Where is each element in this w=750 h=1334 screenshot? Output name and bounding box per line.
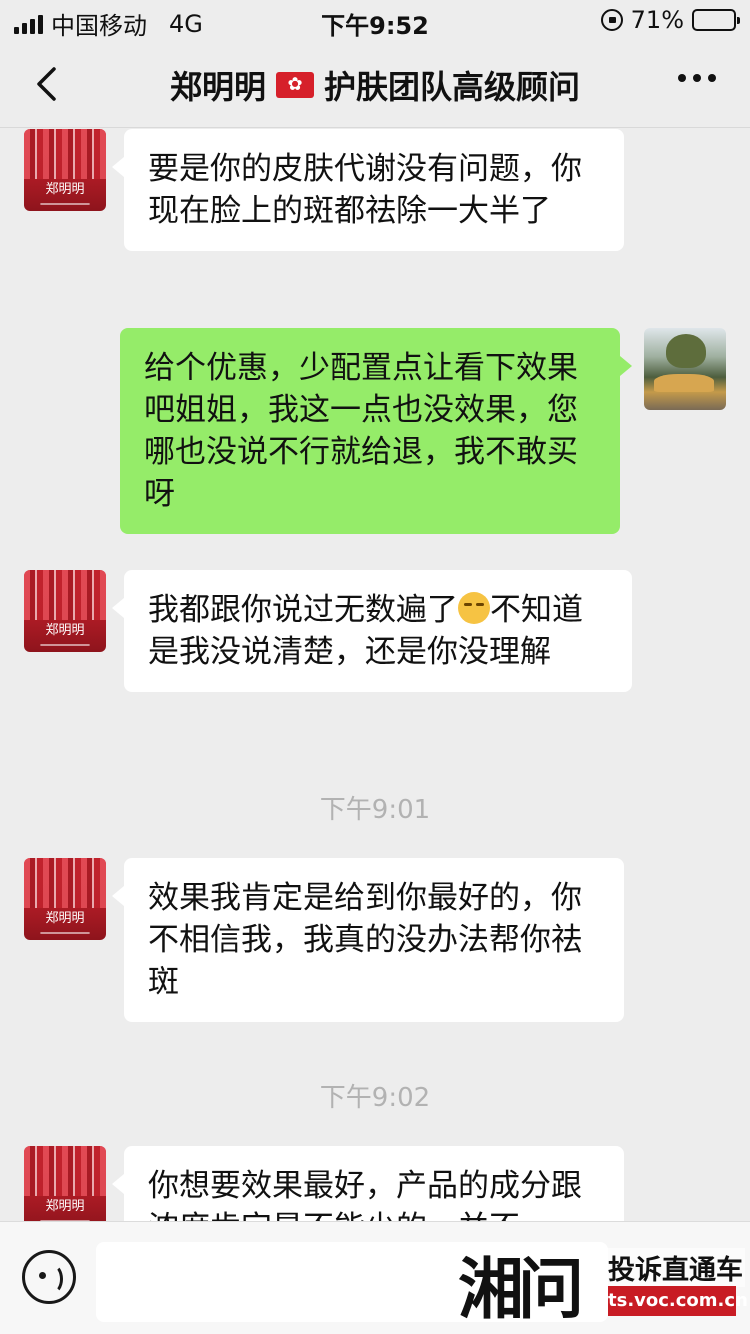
message-bubble-incoming[interactable]: 效果我肯定是给到你最好的，你不相信我，我真的没办法帮你祛斑: [112, 858, 624, 1022]
message-timestamp: 下午9:02: [319, 1083, 431, 1113]
avatar-brand-text: 郑明明: [45, 911, 85, 926]
contact-avatar[interactable]: 郑明明: [24, 129, 106, 211]
status-right: 71%: [600, 6, 740, 34]
battery-icon: [692, 9, 740, 31]
watermark-logo: 湘问: [458, 1250, 584, 1328]
rotation-lock-icon: [600, 9, 623, 31]
message-text: 我都跟你说过无数遍了: [148, 592, 458, 628]
message-list[interactable]: 郑明明 要是你的皮肤代谢没有问题，你现在脸上的斑都祛除一大半了 给个优惠，少配置…: [0, 129, 750, 1221]
contact-name: 郑明明: [169, 68, 266, 106]
hong-kong-flag-icon: [276, 72, 314, 98]
avatar-brand-text: 郑明明: [45, 623, 85, 638]
contact-role: 护肤团队高级顾问: [324, 68, 581, 106]
message-text: 你想要效果最好，产品的成分跟浓度肯定是不能少的，并不: [148, 1168, 582, 1221]
watermark: 湘问 投诉直通车 ts.voc.com.cn: [458, 1236, 750, 1334]
message-bubble-incoming[interactable]: 要是你的皮肤代谢没有问题，你现在脸上的斑都祛除一大半了: [112, 129, 624, 251]
contact-avatar[interactable]: 郑明明: [24, 1146, 106, 1221]
message-timestamp: 下午9:01: [319, 795, 431, 825]
message-text: 效果我肯定是给到你最好的，你不相信我，我真的没办法帮你祛斑: [148, 880, 582, 1000]
avatar-brand-text: 郑明明: [45, 182, 85, 197]
avatar-brand-text: 郑明明: [45, 1199, 85, 1214]
my-avatar[interactable]: [644, 328, 726, 410]
voice-icon[interactable]: [22, 1250, 76, 1304]
contact-avatar[interactable]: 郑明明: [24, 570, 106, 652]
watermark-title: 投诉直通车: [606, 1248, 745, 1287]
back-icon[interactable]: [30, 66, 66, 102]
message-text: 给个优惠，少配置点让看下效果吧姐姐，我这一点也没效果，您哪也没说不行就给退，我不…: [144, 350, 578, 512]
status-bar: 中国移动 4G 下午9:52 71%: [0, 0, 750, 40]
battery-percent: 71%: [630, 6, 684, 34]
message-bubble-incoming[interactable]: 你想要效果最好，产品的成分跟浓度肯定是不能少的，并不: [112, 1146, 624, 1221]
contact-avatar[interactable]: 郑明明: [24, 858, 106, 940]
chat-header: 郑明明 护肤团队高级顾问: [0, 40, 750, 128]
message-text: 要是你的皮肤代谢没有问题，你现在脸上的斑都祛除一大半了: [148, 151, 582, 229]
message-bubble-incoming[interactable]: 我都跟你说过无数遍了 不知道是我没说清楚，还是你没理解: [112, 570, 632, 692]
chat-title: 郑明明 护肤团队高级顾问: [90, 62, 660, 108]
watermark-url: ts.voc.com.cn: [608, 1286, 748, 1316]
more-icon[interactable]: [678, 74, 716, 82]
message-bubble-outgoing[interactable]: 给个优惠，少配置点让看下效果吧姐姐，我这一点也没效果，您哪也没说不行就给退，我不…: [120, 328, 632, 534]
smirk-emoji-icon: [458, 592, 490, 624]
